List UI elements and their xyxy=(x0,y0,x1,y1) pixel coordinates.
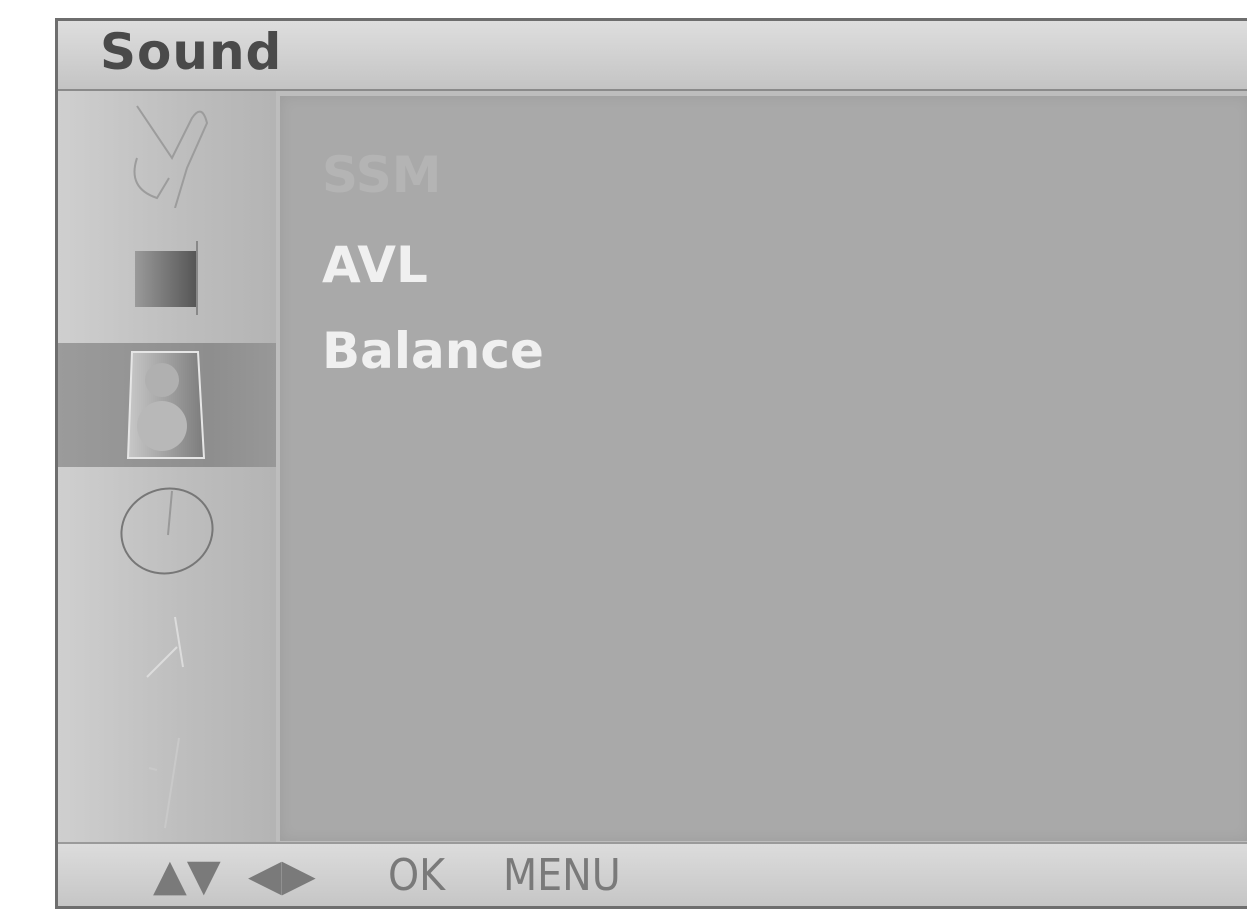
sound-menu-window: Sound SSM AVL Balance ▲▼ ◀▶ OK MENU xyxy=(55,18,1247,909)
sidebar-item-sound[interactable] xyxy=(58,343,276,467)
menu-title: Sound xyxy=(100,23,283,81)
sidebar-item-picture[interactable] xyxy=(58,216,276,340)
title-bar: Sound xyxy=(58,21,1247,91)
special-icon xyxy=(146,616,184,678)
updown-arrows-icon: ▲▼ xyxy=(153,850,221,901)
sidebar-item-time[interactable] xyxy=(58,469,276,593)
submenu-panel: SSM AVL Balance xyxy=(280,96,1247,841)
menu-item-avl[interactable]: AVL xyxy=(322,236,428,294)
screen-icon xyxy=(148,737,180,829)
leftright-arrows-icon: ◀▶ xyxy=(248,850,316,901)
menu-hint-label: MENU xyxy=(503,850,621,901)
sidebar-item-screen[interactable] xyxy=(58,721,276,845)
time-icon xyxy=(120,487,214,575)
navigation-hint-bar: ▲▼ ◀▶ OK MENU xyxy=(58,842,1247,906)
picture-icon xyxy=(135,241,198,315)
sidebar-item-station[interactable] xyxy=(58,91,276,215)
menu-item-balance[interactable]: Balance xyxy=(322,322,544,380)
category-sidebar xyxy=(58,91,276,846)
ok-hint-label: OK xyxy=(388,850,446,901)
speaker-icon xyxy=(126,351,206,459)
station-icon xyxy=(133,105,209,208)
menu-item-ssm[interactable]: SSM xyxy=(322,146,442,204)
sidebar-item-special[interactable] xyxy=(58,595,276,719)
